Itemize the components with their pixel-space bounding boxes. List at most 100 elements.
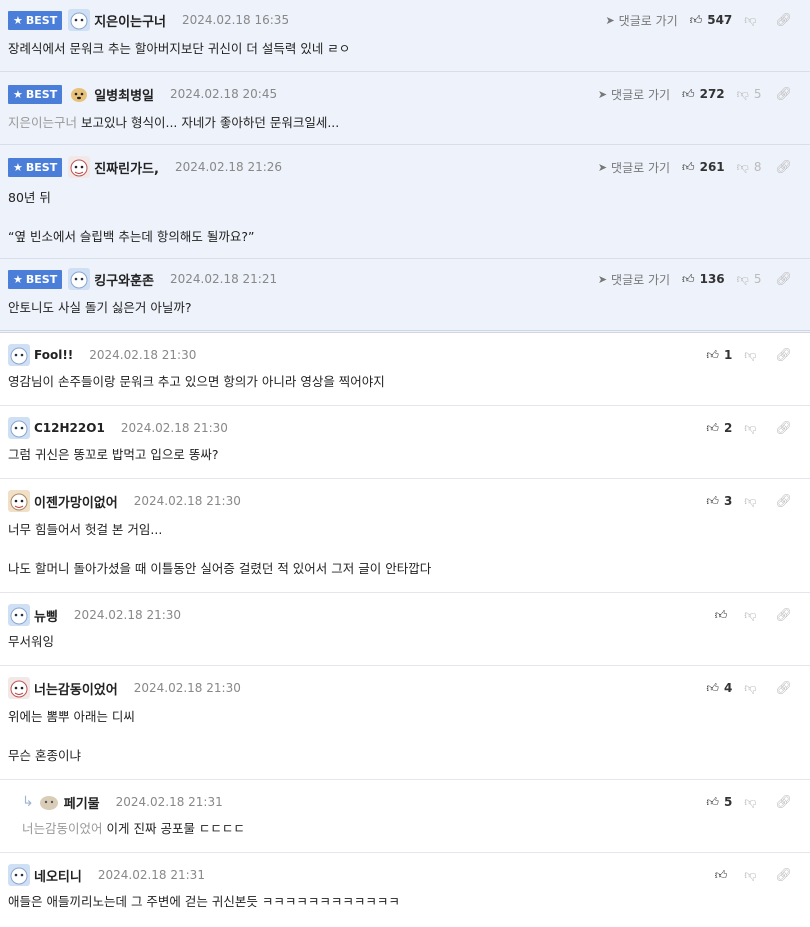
- link-icon[interactable]: 🔗︎: [775, 795, 792, 810]
- link-icon[interactable]: 🔗︎: [775, 348, 792, 363]
- comment-actions: ➤ 댓글로 가기 👍︎ 136 👎︎ 5 🔗︎: [598, 267, 792, 291]
- avatar[interactable]: [8, 344, 30, 366]
- nickname[interactable]: 네오티니: [34, 866, 82, 885]
- like-button[interactable]: 👍︎: [715, 868, 733, 883]
- goto-reply-link[interactable]: ➤ 댓글로 가기: [598, 86, 670, 103]
- thumb-up-icon: 👍︎: [706, 420, 719, 435]
- comment-header: ★ BEST 일병최병일 2024.02.18 20:45 ➤ 댓글로 가기 👍︎ 2…: [8, 82, 802, 106]
- like-button[interactable]: 👍︎ 136: [682, 272, 725, 287]
- avatar[interactable]: [8, 864, 30, 886]
- dislike-button[interactable]: 👎︎: [744, 348, 761, 363]
- comment: Fool!! 2024.02.18 21:30 👍︎ 1 👎︎ 🔗︎ 영감님이 손…: [0, 333, 810, 406]
- dislike-button[interactable]: 👎︎: [744, 868, 761, 883]
- avatar[interactable]: [68, 83, 91, 105]
- comment-header: ★ BEST 진짜린가드, 2024.02.18 21:26 ➤ 댓글로 가기 👍︎…: [8, 155, 802, 179]
- star-icon: ★: [13, 13, 23, 27]
- comment-best-1: ★ BEST 지은이는구너 2024.02.18 16:35 ➤ 댓글로 가기 👍︎…: [0, 0, 810, 72]
- comment: 너는감동이었어 2024.02.18 21:30 👍︎ 4 👎︎ 🔗︎ 위에는 뽐…: [0, 666, 810, 780]
- paper-plane-icon: ➤: [597, 160, 608, 174]
- nickname[interactable]: C12H22O1: [34, 421, 105, 435]
- comment-body: 너무 힘들어서 헛걸 본 거임... 나도 할머니 돌아가셨을 때 이틀동안 실…: [8, 522, 432, 576]
- dislike-button[interactable]: 👎︎: [744, 494, 761, 509]
- goto-reply-link[interactable]: ➤ 댓글로 가기: [605, 12, 677, 29]
- dislike-button[interactable]: 👎︎: [744, 608, 761, 623]
- like-button[interactable]: 👍︎ 4: [706, 681, 732, 696]
- nickname[interactable]: 너는감동이었어: [34, 679, 118, 698]
- comment-best-2: ★ BEST 일병최병일 2024.02.18 20:45 ➤ 댓글로 가기 👍︎ 2…: [0, 72, 810, 145]
- avatar[interactable]: [68, 268, 91, 290]
- dislike-button[interactable]: 👎︎: [744, 681, 761, 696]
- dislike-button[interactable]: 👎︎: [744, 421, 761, 436]
- comment-body: 그럼 귀신은 똥꼬로 밥먹고 입으로 똥싸?: [8, 447, 219, 462]
- comment: C12H22O1 2024.02.18 21:30 👍︎ 2 👎︎ 🔗︎ 그럼 귀…: [0, 406, 810, 479]
- like-button[interactable]: 👍︎ 3: [706, 494, 732, 509]
- comment-body: 너는감동이었어 이게 진짜 공포물 ㄷㄷㄷㄷ: [22, 821, 245, 836]
- comment-date: 2024.02.18 16:35: [181, 13, 290, 27]
- dislike-button[interactable]: 👎︎ 8: [737, 160, 762, 175]
- thumb-up-icon: 👍︎: [714, 867, 728, 882]
- comment-actions: 👍︎ 5 👎︎ 🔗︎: [706, 790, 792, 814]
- avatar[interactable]: [8, 677, 30, 699]
- thumb-up-icon: 👍︎: [682, 159, 695, 174]
- link-icon[interactable]: 🔗︎: [775, 494, 792, 509]
- avatar[interactable]: [8, 604, 30, 626]
- thumb-up-icon: 👍︎: [706, 794, 719, 809]
- best-badge: ★ BEST: [8, 10, 63, 30]
- nickname[interactable]: 뉴삥: [34, 606, 58, 625]
- star-icon: ★: [13, 160, 23, 174]
- comment-header: C12H22O1 2024.02.18 21:30 👍︎ 2 👎︎ 🔗︎: [8, 416, 802, 440]
- avatar[interactable]: [37, 791, 60, 813]
- link-icon[interactable]: 🔗︎: [775, 681, 792, 696]
- comment-body: 무서워잉: [8, 634, 55, 649]
- mention[interactable]: 너는감동이었어: [22, 821, 103, 836]
- comment-body: 80년 뒤 “옆 빈소에서 슬립백 추는데 항의해도 될까요?”: [8, 190, 255, 244]
- goto-reply-link[interactable]: ➤ 댓글로 가기: [598, 159, 670, 176]
- link-icon[interactable]: 🔗︎: [775, 421, 792, 436]
- nickname[interactable]: 킹구와훈존: [94, 270, 154, 289]
- nickname[interactable]: 이젠가망이없어: [34, 492, 118, 511]
- mention[interactable]: 지은이는구너: [8, 115, 77, 130]
- dislike-button[interactable]: 👎︎: [744, 13, 761, 28]
- goto-reply-link[interactable]: ➤ 댓글로 가기: [598, 271, 670, 288]
- avatar[interactable]: [68, 156, 91, 178]
- dislike-button[interactable]: 👎︎ 5: [737, 272, 762, 287]
- comment-date: 2024.02.18 21:30: [133, 494, 241, 508]
- nickname[interactable]: 지은이는구너: [94, 11, 166, 30]
- dislike-button[interactable]: 👎︎: [744, 795, 761, 810]
- comment-actions: 👍︎ 4 👎︎ 🔗︎: [706, 676, 792, 700]
- nickname[interactable]: 진짜린가드,: [94, 158, 159, 177]
- nickname[interactable]: Fool!!: [34, 348, 73, 362]
- like-button[interactable]: 👍︎ 5: [706, 795, 732, 810]
- link-icon[interactable]: 🔗︎: [775, 13, 792, 28]
- thumb-up-icon: 👍︎: [706, 347, 719, 362]
- thumb-down-icon: 👎︎: [736, 271, 749, 286]
- avatar[interactable]: [68, 9, 91, 31]
- link-icon[interactable]: 🔗︎: [775, 87, 792, 102]
- link-icon[interactable]: 🔗︎: [775, 608, 792, 623]
- comment-body: 애들은 애들끼리노는데 그 주변에 걷는 귀신본듯 ㅋㅋㅋㅋㅋㅋㅋㅋㅋㅋㅋㅋ: [8, 894, 400, 909]
- dislike-button[interactable]: 👎︎ 5: [737, 87, 762, 102]
- like-button[interactable]: 👍︎: [715, 608, 733, 623]
- comment-header: ↳ 페기물 2024.02.18 21:31 👍︎ 5 👎︎ 🔗︎: [22, 790, 802, 814]
- like-button[interactable]: 👍︎ 261: [682, 160, 725, 175]
- like-button[interactable]: 👍︎ 272: [682, 87, 725, 102]
- nickname[interactable]: 페기물: [64, 793, 100, 812]
- comment-actions: ➤ 댓글로 가기 👍︎ 261 👎︎ 8 🔗︎: [598, 155, 792, 179]
- like-button[interactable]: 👍︎ 2: [706, 421, 732, 436]
- link-icon[interactable]: 🔗︎: [775, 160, 792, 175]
- comment-date: 2024.02.18 21:31: [115, 795, 223, 809]
- avatar[interactable]: [8, 417, 30, 439]
- thumb-down-icon: 👎︎: [744, 420, 757, 435]
- avatar[interactable]: [8, 490, 30, 512]
- nickname[interactable]: 일병최병일: [94, 85, 154, 104]
- like-button[interactable]: 👍︎ 1: [706, 348, 732, 363]
- thumb-down-icon: 👎︎: [736, 159, 749, 174]
- comment: 네오티니 2024.02.18 21:31 👍︎ 👎︎ 🔗︎ 애들은 애들끼리노…: [0, 853, 810, 926]
- comment-date: 2024.02.18 20:45: [170, 87, 278, 101]
- thumb-up-icon: 👍︎: [714, 607, 728, 622]
- like-button[interactable]: 👍︎ 547: [690, 13, 733, 28]
- comment-header: 네오티니 2024.02.18 21:31 👍︎ 👎︎ 🔗︎: [8, 863, 802, 887]
- link-icon[interactable]: 🔗︎: [775, 868, 792, 883]
- link-icon[interactable]: 🔗︎: [775, 272, 792, 287]
- comment: 뉴삥 2024.02.18 21:30 👍︎ 👎︎ 🔗︎ 무서워잉: [0, 593, 810, 666]
